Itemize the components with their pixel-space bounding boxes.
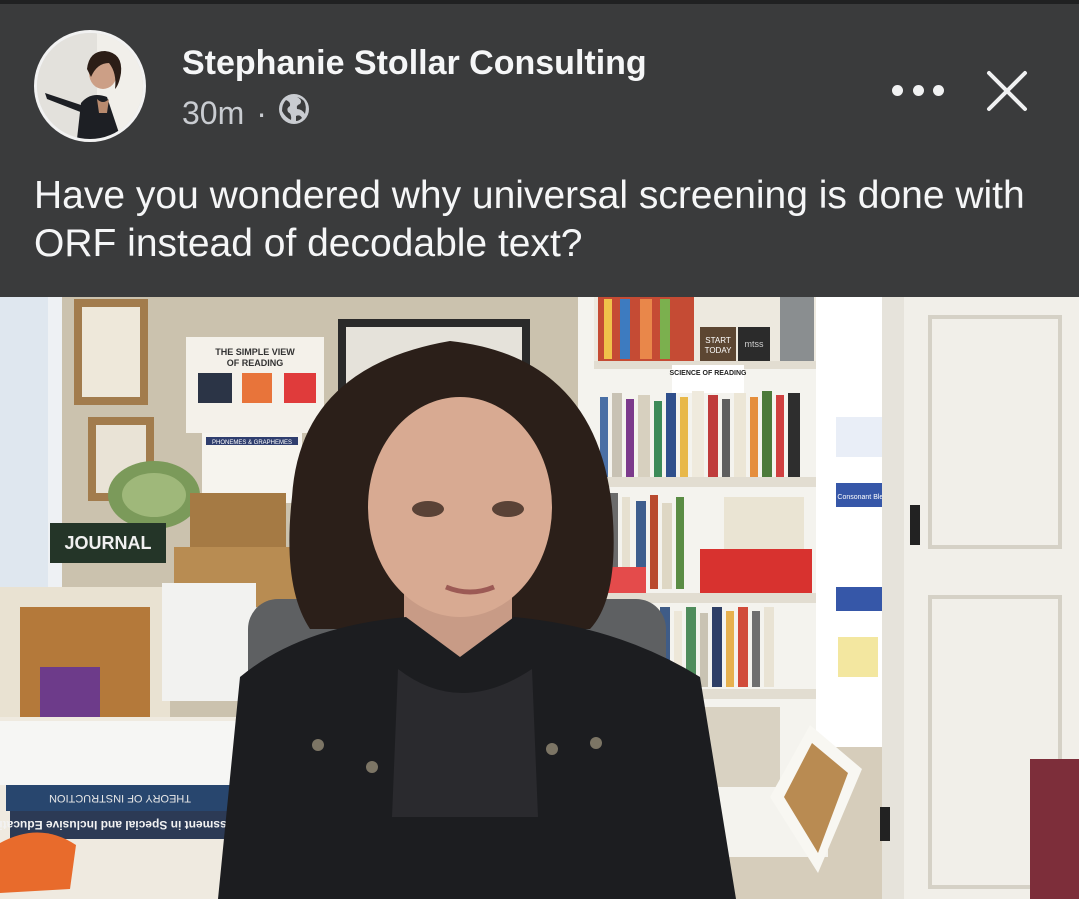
sign-science-of-reading: SCIENCE OF READING bbox=[669, 370, 747, 377]
meta-separator: · bbox=[256, 94, 267, 131]
video-player[interactable]: THE SIMPLE VIEW OF READING PHONEMES & GR… bbox=[0, 297, 1079, 899]
post-meta: 30m · bbox=[182, 92, 311, 134]
mug-mtss: mtss bbox=[745, 339, 764, 349]
svg-text:OF READING: OF READING bbox=[227, 358, 284, 368]
svg-text:PHONEMES & GRAPHEMES: PHONEMES & GRAPHEMES bbox=[212, 440, 292, 446]
sign-start-today: START bbox=[705, 336, 731, 345]
post-time[interactable]: 30m bbox=[182, 95, 244, 132]
more-dots-icon bbox=[892, 84, 903, 96]
post-header: Stephanie Stollar Consulting 30m · bbox=[0, 4, 1079, 164]
poster-simple-view: THE SIMPLE VIEW bbox=[215, 347, 295, 357]
globe-icon bbox=[277, 92, 311, 134]
book-spine-assessment: Assessment in Special and Inclusive Educ… bbox=[0, 818, 255, 832]
page-avatar[interactable] bbox=[34, 30, 146, 142]
more-dots-icon bbox=[912, 84, 924, 96]
svg-text:TODAY: TODAY bbox=[705, 346, 732, 355]
sign-journal: JOURNAL bbox=[64, 533, 151, 553]
close-icon bbox=[987, 71, 1027, 111]
video-frame: THE SIMPLE VIEW OF READING PHONEMES & GR… bbox=[0, 297, 1079, 899]
book-spine-theory: THEORY OF INSTRUCTION bbox=[49, 792, 191, 804]
more-options-button[interactable] bbox=[892, 72, 944, 108]
page-name[interactable]: Stephanie Stollar Consulting bbox=[182, 44, 647, 83]
more-dots-icon bbox=[933, 84, 944, 96]
close-button[interactable] bbox=[982, 66, 1032, 116]
avatar-photo bbox=[37, 33, 143, 139]
post-caption: Have you wondered why universal screenin… bbox=[34, 174, 1025, 265]
